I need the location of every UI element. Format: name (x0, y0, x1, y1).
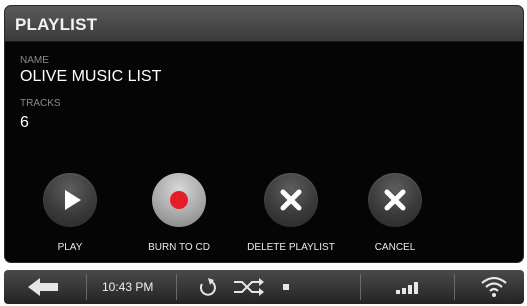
back-arrow-icon (28, 278, 58, 296)
divider (360, 274, 361, 300)
header-bar: PLAYLIST (5, 6, 523, 42)
delete-playlist-button[interactable]: DELETE PLAYLIST (241, 173, 341, 258)
status-bar: 10:43 PM (4, 270, 524, 304)
burn-to-cd-label: BURN TO CD (148, 242, 210, 253)
playlist-name: OLIVE MUSIC LIST (20, 68, 162, 85)
play-label: PLAY (57, 242, 83, 253)
divider (176, 274, 177, 300)
repeat-button[interactable] (192, 270, 224, 304)
wifi-indicator (474, 270, 514, 304)
delete-playlist-button-circle[interactable] (264, 173, 318, 227)
shuffle-button[interactable] (228, 270, 268, 304)
divider (86, 274, 87, 300)
cancel-button[interactable]: CANCEL (345, 173, 445, 258)
cancel-button-circle[interactable] (368, 173, 422, 227)
stop-button[interactable] (274, 270, 298, 304)
shuffle-icon (234, 278, 264, 296)
signal-indicator (384, 270, 434, 304)
play-icon (65, 190, 81, 210)
close-icon (280, 189, 302, 211)
wifi-icon (481, 276, 507, 297)
close-icon (384, 189, 406, 211)
cancel-label: CANCEL (374, 242, 416, 253)
burn-to-cd-button-circle[interactable] (152, 173, 206, 227)
record-icon (170, 191, 188, 209)
name-label: NAME (20, 55, 49, 66)
delete-playlist-label: DELETE PLAYLIST (247, 242, 335, 253)
play-button-circle[interactable] (43, 173, 97, 227)
repeat-icon (199, 278, 216, 296)
track-count: 6 (20, 114, 29, 131)
signal-bars-icon (396, 282, 418, 294)
tracks-label: TRACKS (20, 98, 61, 109)
page-title: PLAYLIST (15, 15, 98, 34)
back-button[interactable] (4, 270, 86, 304)
divider (454, 274, 455, 300)
play-button[interactable]: PLAY (20, 173, 120, 258)
playlist-screen: PLAYLIST NAME OLIVE MUSIC LIST TRACKS 6 … (4, 5, 524, 263)
clock: 10:43 PM (102, 280, 154, 294)
burn-to-cd-button[interactable]: BURN TO CD (129, 173, 229, 258)
stop-icon (283, 284, 289, 290)
